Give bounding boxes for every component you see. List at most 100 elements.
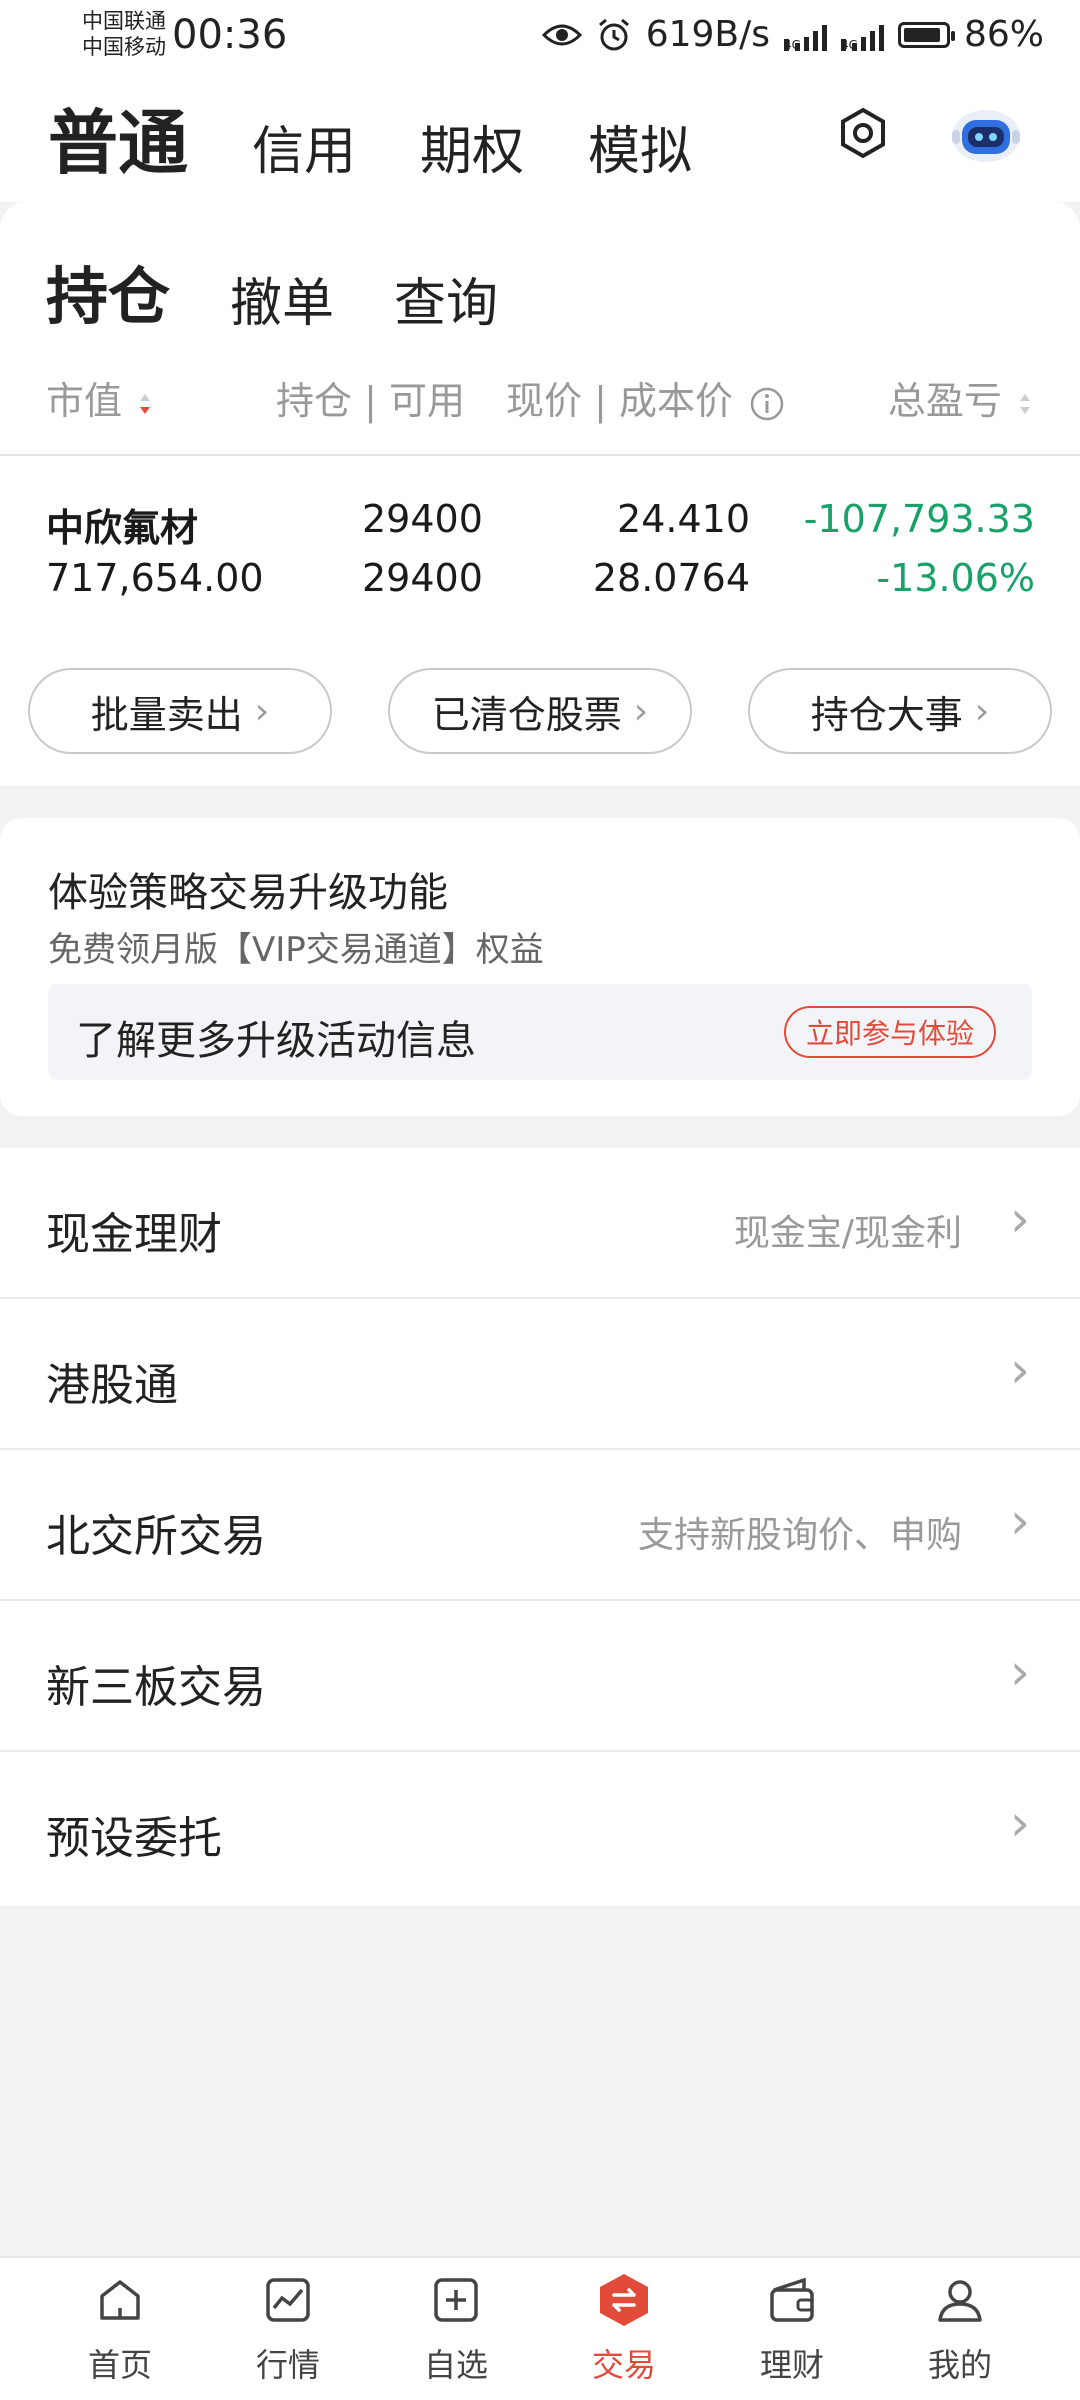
home-icon [100, 2280, 140, 2320]
signal-tag-2: 4G [840, 37, 858, 52]
tab-cancel-orders[interactable]: 撤单 [230, 261, 334, 336]
nav-me[interactable]: 我的 [900, 2272, 1020, 2386]
tab-cancel-orders-label: 撤单 [230, 274, 335, 334]
sort-desc-icon [140, 393, 151, 414]
nav-trade[interactable]: 交易 [564, 2272, 684, 2386]
battery-level: 86% [963, 14, 1044, 55]
cleared-stocks-label: 已清仓股票 [431, 692, 622, 737]
stock-pl: -107,793.33 [803, 497, 1035, 541]
cleared-stocks-button[interactable]: 已清仓股票 › [388, 668, 692, 754]
net-speed: 619B/s [645, 14, 770, 55]
col-price-cost-label: 现价 | 成本价 [506, 379, 733, 423]
holdings-subtabs: 持仓 撤单 查询 [46, 246, 498, 336]
tab-simulation[interactable]: 模拟 [588, 109, 692, 184]
sort-icon [1020, 393, 1030, 414]
nav-market-label: 行情 [255, 2346, 320, 2384]
stock-price: 24.410 [617, 497, 750, 541]
tab-query-label: 查询 [394, 274, 499, 334]
wallet-icon [770, 2277, 814, 2322]
carrier-info: 中国联通 中国移动 [82, 8, 166, 60]
col-market-value[interactable]: 市值 [46, 370, 152, 425]
promo-banner-text: 了解更多升级活动信息 [76, 1018, 476, 1064]
list-item-label: 北交所交易 [46, 1511, 266, 1562]
chevron-right-icon: › [1010, 1341, 1030, 1399]
tab-normal[interactable]: 普通 [48, 87, 188, 188]
chevron-right-icon: › [633, 690, 649, 732]
stock-cost: 28.0764 [592, 556, 750, 600]
eye-icon [541, 24, 582, 45]
tab-simulation-label: 模拟 [588, 122, 693, 182]
nav-wealth[interactable]: 理财 [732, 2272, 852, 2386]
battery-icon [897, 21, 955, 48]
tab-credit-label: 信用 [252, 122, 357, 182]
stock-available: 29400 [362, 556, 483, 600]
stock-pl-pct: -13.06% [876, 556, 1035, 600]
promo-subtitle: 免费领月版【VIP交易通道】权益 [48, 930, 544, 970]
nav-market[interactable]: 行情 [228, 2272, 348, 2386]
stock-position: 29400 [362, 497, 483, 541]
col-price-cost: 现价 | 成本价 [506, 370, 785, 425]
nav-trade-label: 交易 [591, 2346, 656, 2384]
trade-icon [600, 2274, 648, 2326]
list-item-label: 港股通 [46, 1360, 178, 1411]
list-item-label: 预设委托 [46, 1813, 222, 1864]
chevron-right-icon: › [1010, 1643, 1030, 1701]
tab-options-label: 期权 [420, 122, 525, 182]
signal-icon: 4G [783, 19, 827, 52]
carrier-1: 中国联通 [82, 9, 166, 33]
holdings-card: 持仓 撤单 查询 市值 持仓 | 可用 现价 | 成本价 总盈亏 中欣氟材 71… [0, 202, 1080, 786]
clock: 00:36 [172, 12, 288, 58]
settings-icon[interactable] [836, 106, 890, 160]
tab-credit[interactable]: 信用 [252, 109, 356, 184]
col-market-value-label: 市值 [46, 379, 123, 423]
list-item-cash-management[interactable]: 现金理财 现金宝/现金利 › [0, 1148, 1080, 1299]
tab-positions[interactable]: 持仓 [46, 246, 170, 336]
list-item-desc: 支持新股询价、申购 [637, 1515, 962, 1556]
header-divider [0, 454, 1080, 456]
user-icon [938, 2280, 982, 2322]
chevron-right-icon: › [254, 690, 270, 732]
holding-events-button[interactable]: 持仓大事 › [748, 668, 1052, 754]
nav-home-label: 首页 [87, 2346, 152, 2384]
info-icon[interactable] [749, 386, 785, 422]
col-total-pl-label: 总盈亏 [887, 379, 1002, 423]
stock-name: 中欣氟材 [46, 506, 199, 550]
stock-market-value: 717,654.00 [46, 556, 264, 600]
assistant-robot-icon[interactable] [948, 100, 1024, 166]
tab-query[interactable]: 查询 [394, 261, 498, 336]
chevron-right-icon: › [1010, 1190, 1030, 1248]
nav-me-label: 我的 [927, 2346, 992, 2384]
list-item-hk-connect[interactable]: 港股通 › [0, 1299, 1080, 1450]
chevron-right-icon: › [1010, 1794, 1030, 1852]
chart-icon [266, 2278, 310, 2322]
join-experience-button[interactable]: 立即参与体验 [783, 1006, 996, 1058]
carrier-2: 中国移动 [82, 35, 166, 59]
col-total-pl[interactable]: 总盈亏 [888, 370, 1032, 425]
list-item-neeq-trading[interactable]: 新三板交易 › [0, 1601, 1080, 1752]
promo-banner[interactable]: 了解更多升级活动信息 立即参与体验 [48, 984, 1032, 1080]
status-bar: 中国联通 中国移动 00:36 619B/s 4G 4G 86% [0, 0, 1080, 78]
signal-icon-2: 4G [840, 19, 884, 52]
col-position-available: 持仓 | 可用 [276, 379, 465, 423]
list-item-preset-orders[interactable]: 预设委托 › [0, 1752, 1080, 1903]
account-type-tabs: 普通 信用 期权 模拟 [0, 78, 1080, 202]
tab-normal-label: 普通 [48, 102, 188, 184]
tab-positions-label: 持仓 [46, 260, 171, 333]
tab-options[interactable]: 期权 [420, 109, 524, 184]
promo-title: 体验策略交易升级功能 [48, 870, 448, 916]
status-icons: 619B/s 4G 4G 86% [541, 14, 1044, 55]
action-pills: 批量卖出 › 已清仓股票 › 持仓大事 › [28, 668, 1052, 754]
nav-wealth-label: 理财 [759, 2346, 824, 2384]
nav-watchlist[interactable]: 自选 [396, 2272, 516, 2386]
nav-home[interactable]: 首页 [60, 2272, 180, 2386]
chevron-right-icon: › [974, 690, 990, 732]
list-item-bse-trading[interactable]: 北交所交易 支持新股询价、申购 › [0, 1450, 1080, 1601]
chevron-right-icon: › [1010, 1492, 1030, 1550]
bottom-nav: 首页 行情 自选 交易 理财 我的 [0, 2256, 1080, 2400]
list-item-label: 新三板交易 [46, 1662, 266, 1713]
batch-sell-button[interactable]: 批量卖出 › [28, 668, 332, 754]
alarm-icon [598, 18, 629, 50]
feature-list: 现金理财 现金宝/现金利 › 港股通 › 北交所交易 支持新股询价、申购 › 新… [0, 1148, 1080, 1906]
batch-sell-label: 批量卖出 [90, 692, 243, 737]
signal-tag: 4G [783, 37, 801, 52]
